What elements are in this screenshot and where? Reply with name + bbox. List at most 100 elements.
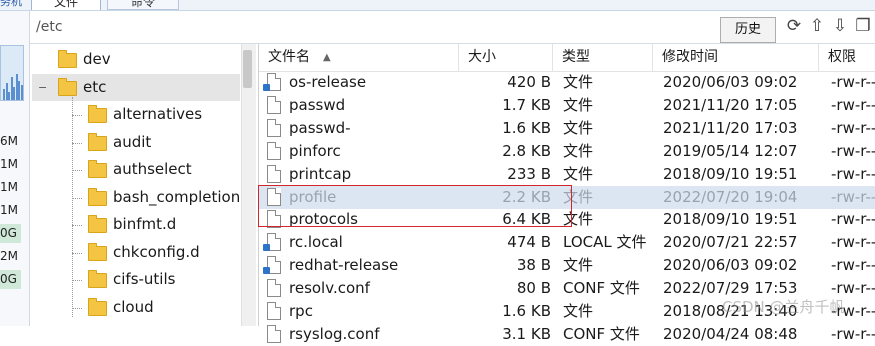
shortcut-arrow-icon	[263, 267, 270, 275]
file-size: 1.6 KB	[502, 118, 551, 137]
file-type: 文件	[563, 95, 594, 114]
file-name: pinforc	[289, 141, 341, 160]
tab-server-partial[interactable]: 务机	[0, 0, 28, 9]
folder-icon	[88, 215, 107, 233]
tree-item-label: etc	[83, 77, 107, 96]
folder-icon	[88, 297, 107, 316]
tab-commands[interactable]: 命令	[107, 0, 179, 10]
file-row-rsyslog.conf[interactable]: rsyslog.conf 3.1 KB CONF 文件 2020/04/24 08:4…	[259, 323, 875, 346]
file-icon	[267, 141, 281, 160]
file-name: passwd	[289, 95, 346, 114]
file-perm: -rw-r--	[831, 233, 875, 252]
tree-item-label: authselect	[113, 160, 192, 178]
tree-item-cloud[interactable]: cloud	[83, 294, 240, 321]
tree-item-audit[interactable]: audit	[83, 129, 240, 156]
file-perm: -rw-r--	[831, 118, 875, 137]
tree-item-alternatives[interactable]: alternatives	[83, 101, 240, 128]
history-button[interactable]: 历史	[720, 17, 776, 43]
file-mtime: 2022/07/20 19:04	[663, 187, 798, 206]
file-name: os-release	[289, 73, 367, 91]
folder-icon	[88, 187, 107, 206]
file-size: 1.6 KB	[502, 302, 551, 320]
tree-scrollbar-thumb[interactable]	[243, 50, 252, 88]
col-name[interactable]: 文件名 ▲	[259, 44, 459, 71]
copy-icon[interactable]: ❐	[854, 15, 872, 37]
file-row-passwd[interactable]: passwd 1.7 KB 文件 2021/11/20 17:05 -rw-r--	[259, 94, 875, 117]
file-row-redhat-release[interactable]: redhat-release 38 B 文件 2020/06/03 09:02 -rw-…	[259, 254, 875, 277]
tree-connector	[72, 225, 82, 226]
folder-icon	[58, 50, 77, 68]
file-name: printcap	[289, 164, 352, 183]
tree-connector	[72, 115, 82, 116]
memory-label: 0G	[0, 224, 21, 243]
tree-item-label: dev	[83, 50, 111, 68]
file-perm: -rw-r--	[831, 95, 875, 114]
memory-label: 1M	[0, 180, 18, 194]
file-icon	[267, 324, 281, 343]
file-name: passwd-	[289, 118, 351, 137]
tree-connector	[72, 170, 82, 171]
tree-item-authselect[interactable]: authselect	[83, 156, 240, 183]
tree-connector	[72, 197, 82, 199]
file-perm: -rw-r--	[831, 210, 875, 229]
folder-icon	[58, 77, 77, 96]
file-name: redhat-release	[289, 256, 399, 275]
file-type: 文件	[563, 164, 594, 183]
tree-item-dev[interactable]: dev	[53, 46, 240, 73]
folder-icon	[88, 132, 107, 151]
col-perm[interactable]: 权限	[819, 44, 875, 71]
file-row-os-release[interactable]: os-release 420 B 文件 2020/06/03 09:02 -rw-r--	[259, 71, 875, 94]
tree-item-etc[interactable]: etc −	[32, 73, 240, 101]
file-size: 2.8 KB	[502, 141, 551, 160]
graph-bar	[20, 84, 23, 100]
tree-connector	[72, 252, 82, 254]
shortcut-arrow-icon	[263, 84, 270, 91]
tree-item-binfmt.d[interactable]: binfmt.d	[83, 211, 240, 238]
tree-connector	[72, 142, 82, 144]
file-type: 文件	[563, 210, 594, 229]
tree-item-chkconfig.d[interactable]: chkconfig.d	[83, 239, 240, 266]
file-row-passwd-[interactable]: passwd- 1.6 KB 文件 2021/11/20 17:03 -rw-r--	[259, 117, 875, 140]
path-input[interactable]: /etc	[36, 19, 676, 39]
tree-item-cifs-utils[interactable]: cifs-utils	[83, 266, 240, 293]
file-row-rc.local[interactable]: rc.local 474 B LOCAL 文件 2020/07/21 22:57 -rw…	[259, 231, 875, 254]
file-icon	[267, 118, 281, 137]
col-size[interactable]: 大小	[459, 44, 553, 71]
folder-icon	[88, 105, 107, 123]
tab-files[interactable]: 文件	[31, 0, 101, 10]
tree-item-bash_completion[interactable]: bash_completion	[83, 184, 240, 211]
upload-icon[interactable]: ⇧	[808, 15, 826, 37]
memory-label: 1M	[0, 157, 18, 171]
file-type: LOCAL 文件	[563, 233, 647, 252]
download-icon[interactable]: ⇩	[831, 15, 849, 37]
file-mtime: 2020/06/03 09:02	[663, 73, 798, 91]
collapse-icon[interactable]: −	[38, 74, 47, 101]
file-name: rsyslog.conf	[289, 324, 380, 343]
sort-asc-icon: ▲	[323, 52, 331, 63]
file-type: 文件	[563, 141, 594, 160]
tree-item-label: cloud	[113, 297, 154, 316]
file-size: 474 B	[507, 233, 551, 252]
file-row-printcap[interactable]: printcap 233 B 文件 2018/09/10 19:51 -rw-r--	[259, 163, 875, 186]
col-mtime[interactable]: 修改时间	[653, 44, 819, 71]
tree-item-label: cifs-utils	[113, 270, 176, 288]
file-name: resolv.conf	[289, 279, 370, 298]
file-type: CONF 文件	[563, 279, 640, 298]
file-mtime: 2019/05/14 12:07	[663, 141, 798, 160]
file-name: rpc	[289, 302, 313, 320]
monitor-panel: 6M 1M 1M 1M 0G 2M 0G	[0, 11, 30, 326]
file-mtime: 2018/09/10 19:51	[663, 164, 798, 183]
file-size: 38 B	[516, 256, 551, 275]
tree-item-label: audit	[113, 132, 152, 151]
tree-item-label: alternatives	[113, 105, 203, 123]
file-row-pinforc[interactable]: pinforc 2.8 KB 文件 2019/05/14 12:07 -rw-r--	[259, 140, 875, 163]
tree-item-label: binfmt.d	[113, 215, 177, 233]
folder-icon	[88, 270, 107, 288]
file-type: CONF 文件	[563, 324, 640, 343]
file-type: 文件	[563, 118, 594, 137]
file-icon	[267, 95, 281, 114]
file-size: 1.7 KB	[502, 95, 551, 114]
col-type[interactable]: 类型	[553, 44, 653, 71]
memory-label: 2M	[0, 249, 18, 263]
refresh-icon[interactable]: ⟳	[785, 15, 803, 37]
